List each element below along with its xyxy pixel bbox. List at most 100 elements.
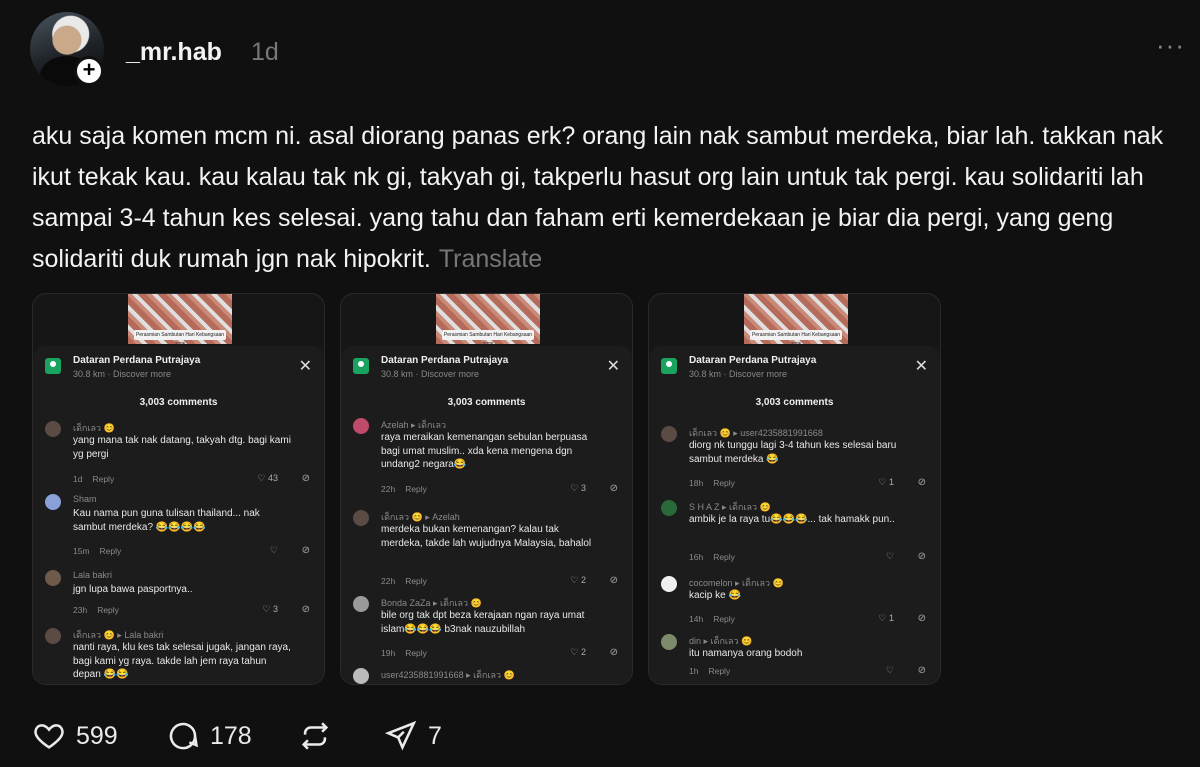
comment-meta: 22h Reply	[381, 576, 427, 586]
comment-time: 1d	[73, 474, 83, 484]
like-count[interactable]: ♡ 1	[878, 477, 894, 488]
comment-count: 3,003 comments	[755, 397, 834, 408]
comment-time: 23h	[73, 605, 88, 615]
screenshot-1[interactable]: Perasmian Sambutan Hari Kebangsaan 2025 …	[32, 293, 325, 685]
comment-time: 1h	[689, 666, 699, 676]
close-icon[interactable]: ✕	[299, 356, 312, 376]
comments-panel: Dataran Perdana Putrajaya 30.8 km · Disc…	[341, 346, 632, 684]
location-photo: Perasmian Sambutan Hari Kebangsaan 2025	[744, 294, 848, 348]
comment-text: diorg nk tunggu lagi 3-4 tahun kes seles…	[689, 440, 897, 465]
dislike-icon[interactable]: ⊘	[918, 613, 926, 624]
comment-count: 178	[210, 721, 252, 750]
comments-panel: Dataran Perdana Putrajaya 30.8 km · Disc…	[649, 346, 940, 684]
reply-link[interactable]: Reply	[713, 478, 735, 488]
comment-author: S H A Z ▸ เด็กเลว 😊	[689, 502, 771, 512]
comment-meta: 18h Reply	[689, 478, 735, 488]
post-header: + _mr.hab 1d ···	[30, 12, 1190, 88]
comment-bubble-icon	[169, 722, 199, 750]
share-button[interactable]: 7	[384, 716, 442, 756]
comment-meta: 15m Reply	[73, 546, 121, 556]
like-count[interactable]: ♡ 2	[570, 647, 586, 658]
follow-plus-icon[interactable]: +	[74, 56, 104, 86]
like-icon[interactable]: ♡	[886, 551, 894, 562]
like-count-value: 1	[888, 477, 894, 487]
username[interactable]: _mr.hab	[126, 38, 222, 67]
comment-meta: 16h Reply	[689, 552, 735, 562]
comment-meta: 22h Reply	[381, 484, 427, 494]
comment-author: Bonda ZaZa ▸ เด็กเลว 😊	[381, 598, 482, 608]
location-pin-icon	[353, 358, 369, 374]
dislike-icon[interactable]: ⊘	[610, 575, 618, 586]
reply-link[interactable]: Reply	[92, 474, 114, 484]
like-count[interactable]: ♡ 1	[878, 613, 894, 624]
dislike-icon[interactable]: ⊘	[302, 604, 310, 615]
like-count[interactable]: ♡ 3	[262, 604, 278, 615]
dislike-icon[interactable]: ⊘	[918, 477, 926, 488]
reply-link[interactable]: Reply	[405, 648, 427, 658]
avatar	[45, 421, 61, 437]
dislike-icon[interactable]: ⊘	[302, 545, 310, 556]
comment-item: เด็กเลว 😊 ▸ user4235881991668 diorg nk t…	[661, 426, 930, 492]
send-icon	[384, 720, 417, 751]
like-count[interactable]: ♡ 43	[257, 473, 278, 484]
comment-meta: 19h Reply	[381, 648, 427, 658]
like-count[interactable]: ♡ 2	[570, 575, 586, 586]
reply-link[interactable]: Reply	[713, 552, 735, 562]
reply-link[interactable]: Reply	[97, 605, 119, 615]
avatar	[661, 426, 677, 442]
comment-text: raya meraikan kemenangan sebulan berpuas…	[381, 432, 588, 470]
screenshot-2[interactable]: Perasmian Sambutan Hari Kebangsaan 2025 …	[340, 293, 633, 685]
comment-text: yang mana tak nak datang, takyah dtg. ba…	[73, 435, 291, 460]
avatar	[661, 634, 677, 650]
comment-text: itu namanya orang bodoh	[689, 648, 803, 659]
comment-author: เด็กเลว 😊 ▸ Azelah	[381, 512, 460, 522]
like-button[interactable]: 599	[32, 716, 118, 756]
comment-author: cocomelon ▸ เด็กเลว 😊	[689, 578, 784, 588]
repost-button[interactable]	[298, 716, 332, 756]
reply-link[interactable]: Reply	[713, 614, 735, 624]
comment-author: din ▸ เด็กเลว 😊	[689, 636, 753, 646]
comment-author: เด็กเลว 😊	[73, 423, 115, 433]
dislike-icon[interactable]: ⊘	[610, 483, 618, 494]
more-icon[interactable]: ···	[1156, 32, 1188, 58]
reply-link[interactable]: Reply	[100, 546, 122, 556]
like-count[interactable]: ♡ 3	[570, 483, 586, 494]
comment-item: Bonda ZaZa ▸ เด็กเลว 😊 bile org tak dpt …	[353, 596, 622, 660]
comment-author: Azelah ▸ เด็กเลว	[381, 420, 447, 430]
comment-meta: 14h Reply	[689, 614, 735, 624]
close-icon[interactable]: ✕	[915, 356, 928, 376]
comment-item: Lala bakri jgn lupa bawa pasportnya.. 23…	[45, 570, 314, 620]
comments-panel: Dataran Perdana Putrajaya 30.8 km · Disc…	[33, 346, 324, 684]
photo-caption: Perasmian Sambutan Hari Kebangsaan 2025	[750, 330, 842, 348]
dislike-icon[interactable]: ⊘	[918, 665, 926, 676]
comment-time: 19h	[381, 648, 396, 658]
close-icon[interactable]: ✕	[607, 356, 620, 376]
reply-link[interactable]: Reply	[405, 576, 427, 586]
avatar	[45, 570, 61, 586]
location-title: Dataran Perdana Putrajaya	[73, 355, 201, 366]
comment-author: Sham	[73, 494, 97, 504]
like-icon[interactable]: ♡	[886, 665, 894, 676]
comment-author: เด็กเลว 😊 ▸ Lala bakri	[73, 630, 164, 640]
comment-text: bile org tak dpt beza kerajaan ngan raya…	[381, 610, 585, 635]
comment-author: Lala bakri	[73, 570, 113, 580]
comment-author: เด็กเลว 😊 ▸ user4235881991668	[689, 428, 823, 438]
like-count-value: 43	[267, 473, 278, 483]
like-icon[interactable]: ♡	[270, 545, 278, 556]
translate-link[interactable]: Translate	[439, 245, 542, 273]
comment-meta: 23h Reply	[73, 605, 119, 615]
reply-link[interactable]: Reply	[708, 666, 730, 676]
reply-link[interactable]: Reply	[405, 484, 427, 494]
dislike-icon[interactable]: ⊘	[302, 473, 310, 484]
heart-icon	[34, 724, 64, 749]
dislike-icon[interactable]: ⊘	[918, 551, 926, 562]
comment-button[interactable]: 178	[166, 716, 252, 756]
screenshot-3[interactable]: Perasmian Sambutan Hari Kebangsaan 2025 …	[648, 293, 941, 685]
location-subtitle: 30.8 km · Discover more	[689, 369, 788, 379]
location-subtitle: 30.8 km · Discover more	[381, 369, 480, 379]
avatar	[45, 494, 61, 510]
location-photo: Perasmian Sambutan Hari Kebangsaan 2025	[128, 294, 232, 348]
like-count-value: 3	[580, 483, 586, 493]
dislike-icon[interactable]: ⊘	[610, 647, 618, 658]
post-body: aku saja komen mcm ni. asal diorang pana…	[32, 122, 1164, 273]
